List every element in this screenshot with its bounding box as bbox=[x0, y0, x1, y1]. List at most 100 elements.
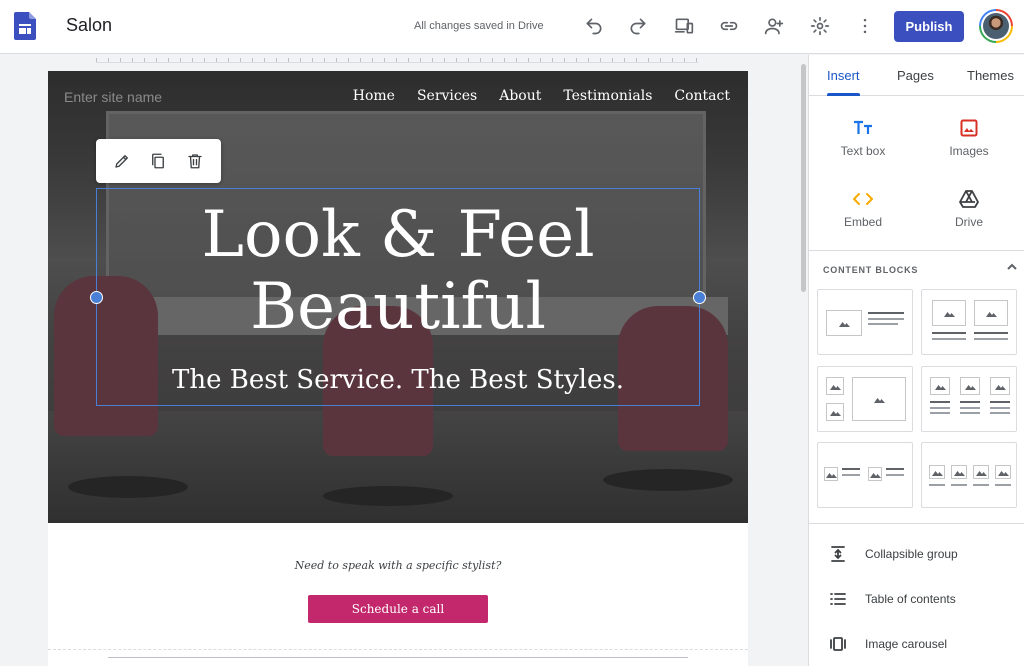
insert-collapsible-group[interactable]: Collapsible group bbox=[829, 544, 958, 564]
image-placeholder-icon bbox=[868, 467, 882, 481]
image-placeholder-icon bbox=[929, 465, 945, 479]
undo-icon[interactable] bbox=[582, 14, 606, 38]
image-placeholder-icon bbox=[930, 377, 950, 395]
tab-pages[interactable]: Pages bbox=[897, 68, 934, 83]
insert-table-of-contents[interactable]: Table of contents bbox=[829, 589, 956, 609]
avatar[interactable] bbox=[979, 9, 1013, 43]
site-canvas: Enter site name Home Services About Test… bbox=[48, 71, 748, 666]
image-placeholder-icon bbox=[826, 403, 844, 421]
panel-tabs: Insert Pages Themes bbox=[809, 55, 1024, 96]
image-placeholder-icon bbox=[824, 467, 838, 481]
panel-divider bbox=[809, 250, 1024, 251]
top-bar: Salon All changes saved in Drive Publish bbox=[0, 0, 1024, 54]
block-text-line bbox=[868, 318, 904, 320]
image-placeholder-icon bbox=[852, 377, 906, 421]
block-text-line bbox=[990, 407, 1010, 409]
redo-icon[interactable] bbox=[626, 14, 650, 38]
image-placeholder-icon bbox=[990, 377, 1010, 395]
content-block-three-columns[interactable] bbox=[921, 366, 1017, 432]
block-text-line bbox=[886, 474, 904, 476]
image-placeholder-icon bbox=[960, 377, 980, 395]
site-name-field[interactable]: Enter site name bbox=[64, 89, 162, 105]
drive-icon bbox=[929, 188, 1009, 210]
google-sites-logo-icon[interactable] bbox=[14, 12, 36, 40]
insert-drive[interactable]: Drive bbox=[929, 188, 1009, 229]
hero-subtitle[interactable]: The Best Service. The Best Styles. bbox=[97, 365, 699, 395]
block-text-line bbox=[960, 401, 980, 403]
block-text-line bbox=[868, 323, 898, 325]
more-vert-icon[interactable] bbox=[853, 14, 877, 38]
block-text-line bbox=[930, 407, 950, 409]
hero-title[interactable]: Look & Feel Beautiful bbox=[97, 199, 699, 343]
block-text-line bbox=[960, 412, 980, 414]
insert-image-carousel[interactable]: Image carousel bbox=[829, 634, 947, 654]
tab-insert[interactable]: Insert bbox=[827, 68, 860, 83]
chevron-up-icon[interactable] bbox=[1005, 260, 1019, 274]
nav-contact[interactable]: Contact bbox=[674, 88, 730, 104]
tab-themes[interactable]: Themes bbox=[967, 68, 1014, 83]
block-text-line bbox=[990, 401, 1010, 403]
content-block-image-grid[interactable] bbox=[817, 366, 913, 432]
duplicate-icon[interactable] bbox=[148, 151, 168, 171]
schedule-call-button[interactable]: Schedule a call bbox=[308, 595, 488, 623]
hero-text-box[interactable]: Look & Feel Beautiful The Best Service. … bbox=[90, 188, 706, 406]
embed-code-icon bbox=[823, 188, 903, 210]
edit-pencil-icon[interactable] bbox=[112, 151, 132, 171]
block-text-line bbox=[842, 474, 860, 476]
image-icon bbox=[929, 117, 1009, 139]
block-text-line bbox=[995, 484, 1011, 486]
save-status: All changes saved in Drive bbox=[414, 20, 544, 32]
block-text-line bbox=[932, 338, 966, 340]
image-carousel-label: Image carousel bbox=[865, 637, 948, 651]
link-icon[interactable] bbox=[717, 14, 741, 38]
insert-embed-label: Embed bbox=[843, 215, 883, 229]
block-text-line bbox=[960, 407, 980, 409]
content-block-two-images[interactable] bbox=[921, 289, 1017, 355]
nav-services[interactable]: Services bbox=[417, 88, 477, 104]
content-block-two-image-text[interactable] bbox=[817, 442, 913, 508]
side-panel: Insert Pages Themes Text box Images Embe… bbox=[808, 55, 1024, 666]
block-text-line bbox=[842, 468, 860, 470]
block-text-line bbox=[930, 412, 950, 414]
image-placeholder-icon bbox=[932, 300, 966, 326]
hero-section[interactable]: Enter site name Home Services About Test… bbox=[48, 71, 748, 523]
cta-text[interactable]: Need to speak with a specific stylist? bbox=[48, 559, 748, 572]
insert-drive-label: Drive bbox=[954, 215, 983, 229]
table-of-contents-icon bbox=[830, 593, 846, 605]
insert-text-box[interactable]: Text box bbox=[823, 117, 903, 158]
insert-images-label: Images bbox=[949, 144, 989, 158]
panel-divider bbox=[809, 523, 1024, 524]
next-section-line bbox=[108, 657, 688, 658]
block-text-line bbox=[974, 338, 1008, 340]
block-text-line bbox=[973, 484, 989, 486]
ruler bbox=[96, 55, 698, 63]
site-nav: Home Services About Testimonials Contact bbox=[353, 88, 730, 104]
collapsible-group-icon bbox=[831, 546, 845, 562]
nav-testimonials[interactable]: Testimonials bbox=[563, 88, 652, 104]
image-placeholder-icon bbox=[995, 465, 1011, 479]
image-placeholder-icon bbox=[951, 465, 967, 479]
insert-embed[interactable]: Embed bbox=[823, 188, 903, 229]
nav-about[interactable]: About bbox=[499, 88, 541, 104]
nav-home[interactable]: Home bbox=[353, 88, 395, 104]
share-add-person-icon[interactable] bbox=[762, 14, 786, 38]
content-block-image-text[interactable] bbox=[817, 289, 913, 355]
site-title[interactable]: Salon bbox=[66, 15, 112, 36]
delete-trash-icon[interactable] bbox=[185, 151, 205, 171]
image-placeholder-icon bbox=[826, 310, 862, 336]
image-carousel-icon bbox=[830, 637, 846, 651]
canvas-scrollbar[interactable] bbox=[801, 64, 806, 292]
table-of-contents-label: Table of contents bbox=[865, 592, 956, 606]
settings-gear-icon[interactable] bbox=[808, 14, 832, 38]
preview-device-icon[interactable] bbox=[672, 14, 696, 38]
block-text-line bbox=[951, 484, 967, 486]
publish-button[interactable]: Publish bbox=[894, 11, 964, 42]
block-text-line bbox=[930, 401, 950, 403]
insert-images[interactable]: Images bbox=[929, 117, 1009, 158]
active-tab-indicator bbox=[827, 93, 860, 96]
block-text-line bbox=[932, 332, 966, 334]
insert-text-box-label: Text box bbox=[840, 144, 886, 158]
content-block-four-columns[interactable] bbox=[921, 442, 1017, 508]
hero-title-line2: Beautiful bbox=[250, 270, 546, 344]
block-text-line bbox=[929, 484, 945, 486]
